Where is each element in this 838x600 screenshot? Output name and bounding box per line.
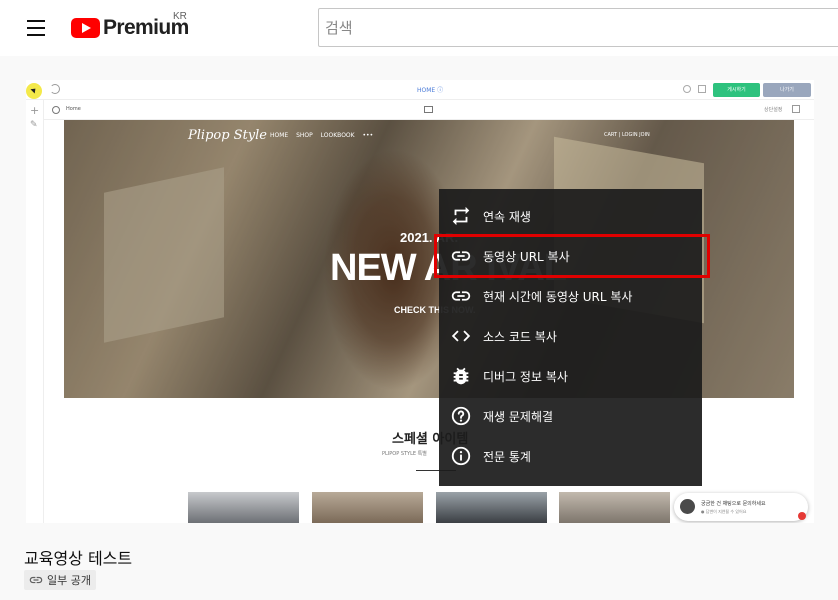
product-thumbnail <box>188 492 299 523</box>
menu-item-label: 현재 시간에 동영상 URL 복사 <box>483 290 633 304</box>
menu-item-copy-url[interactable]: 동영상 URL 복사 <box>434 234 710 278</box>
hamburger-menu-icon[interactable] <box>20 14 52 42</box>
product-thumbnail <box>436 492 547 523</box>
info-icon <box>451 446 471 466</box>
menu-item-label: 재생 문제해결 <box>483 410 554 424</box>
help-icon <box>451 406 471 426</box>
menu-item-troubleshoot[interactable]: 재생 문제해결 <box>439 396 702 436</box>
builder-tab-home: Home <box>66 106 81 112</box>
chat-widget: 궁금한 건 채팅으로 문의하세요 ● 답변이 지연될 수 있어요 <box>674 493 808 521</box>
chat-subtext: ● 답변이 지연될 수 있어요 <box>701 509 747 514</box>
masthead: Premium KR <box>0 0 838 56</box>
builder-save-button: 게시하기 <box>713 83 760 97</box>
loop-icon <box>452 206 470 226</box>
menu-item-label: 소스 코드 복사 <box>483 330 557 344</box>
monitor-icon <box>424 106 433 113</box>
builder-tabbar: Home 상단설정 <box>44 100 814 120</box>
undo-icon <box>50 84 60 94</box>
notification-dot <box>798 512 806 520</box>
chat-text: 궁금한 건 채팅으로 문의하세요 <box>701 501 766 507</box>
chat-avatar <box>680 499 695 514</box>
builder-sidebar: + ✎ <box>26 100 44 523</box>
menu-item-loop[interactable]: 연속 재생 <box>439 196 702 236</box>
youtube-premium-logo[interactable]: Premium <box>71 15 189 41</box>
flag-icon <box>52 106 60 114</box>
plus-icon: + <box>30 104 40 117</box>
product-thumbnail <box>559 492 670 523</box>
site-logo: Plipop Style <box>188 128 267 143</box>
search-input[interactable] <box>318 8 838 47</box>
menu-item-label: 전문 통계 <box>483 450 531 464</box>
video-title: 교육영상 테스트 <box>24 549 133 568</box>
menu-item-label: 동영상 URL 복사 <box>483 250 570 264</box>
bug-icon <box>453 367 469 385</box>
menu-item-copy-url-at-time[interactable]: 현재 시간에 동영상 URL 복사 <box>439 276 702 316</box>
link-icon <box>451 251 471 261</box>
builder-exit-button: 나가기 <box>763 83 811 97</box>
gear-icon <box>683 85 691 93</box>
section-subtitle: PLIPOP STYLE 특별 <box>382 451 427 457</box>
menu-item-copy-embed[interactable]: 소스 코드 복사 <box>439 316 702 356</box>
builder-tab-settings: 상단설정 <box>764 107 783 113</box>
link-icon <box>29 576 43 584</box>
site-nav: HOME SHOP LOOKBOOK ••• <box>270 132 374 139</box>
builder-toolbar: HOME ⓘ 게시하기 나가기 <box>26 80 814 100</box>
code-icon <box>451 330 471 342</box>
menu-item-label: 디버그 정보 복사 <box>483 370 568 384</box>
cursor-highlight-icon <box>26 83 42 99</box>
visibility-badge: 일부 공개 <box>24 570 96 590</box>
menu-item-label: 연속 재생 <box>483 210 531 224</box>
site-nav-right: CART | LOGIN JOIN <box>604 132 650 138</box>
link-icon <box>451 291 471 301</box>
external-link-icon <box>698 85 706 93</box>
copy-icon <box>792 105 800 113</box>
pin-icon: ✎ <box>30 120 38 130</box>
logo-region: KR <box>173 11 187 22</box>
youtube-play-icon <box>71 18 100 38</box>
player-context-menu: 연속 재생 동영상 URL 복사 현재 시간에 동영상 URL 복사 소스 코드… <box>434 189 710 486</box>
product-thumbnail <box>312 492 423 523</box>
builder-home-label: HOME ⓘ <box>417 87 444 94</box>
menu-item-copy-debug[interactable]: 디버그 정보 복사 <box>439 356 702 396</box>
visibility-label: 일부 공개 <box>47 574 91 587</box>
menu-item-stats[interactable]: 전문 통계 <box>439 436 702 476</box>
